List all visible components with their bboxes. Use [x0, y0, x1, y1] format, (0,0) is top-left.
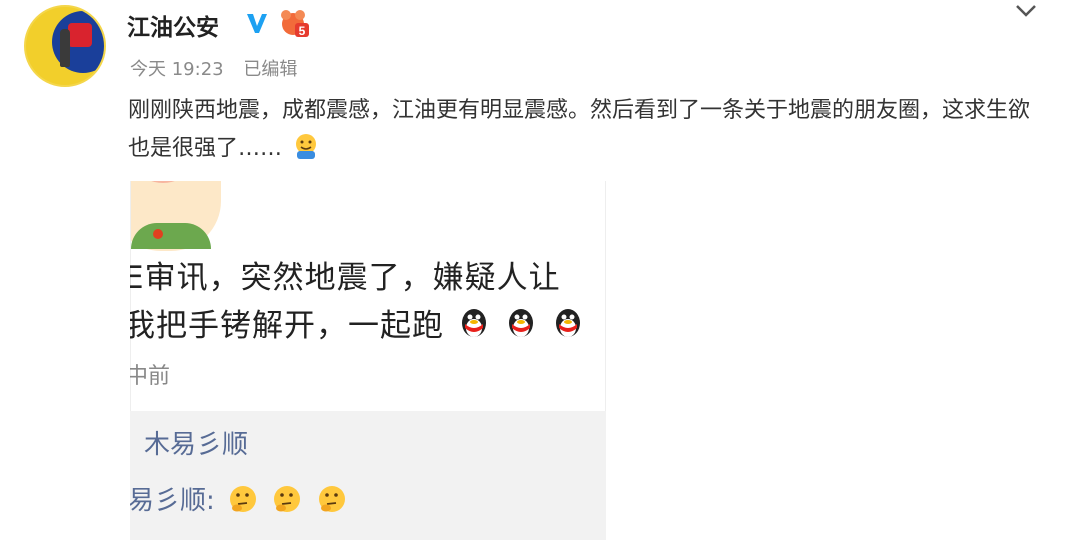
police-badge-icon — [68, 23, 92, 47]
thinking-emoji-icon — [274, 486, 301, 512]
screenshot-time: 中前 — [130, 364, 171, 389]
screenshot-line-1: E审讯，突然地震了，嫌疑人让 — [130, 260, 561, 296]
avatar[interactable] — [24, 5, 106, 87]
officer-figure-icon — [60, 29, 70, 67]
comment-line: 易彡顺: — [130, 480, 348, 517]
thinking-emoji-icon — [318, 486, 345, 512]
comment-author: 易彡顺: — [130, 486, 215, 516]
qq-penguin-emoji-icon — [508, 309, 533, 337]
comment-like-name: 木易彡顺 — [144, 430, 249, 460]
screenshot-line-2: 我把手铐解开，一起跑 — [130, 300, 585, 345]
screenshot-content: E审讯，突然地震了，嫌疑人让 我把手铐解开，一起跑 中前 木易彡顺 易彡顺: — [130, 0, 606, 540]
chevron-down-icon[interactable] — [1013, 0, 1039, 22]
thinking-emoji-icon — [230, 486, 257, 512]
qq-penguin-emoji-icon — [555, 309, 580, 337]
qq-penguin-emoji-icon — [461, 309, 486, 337]
screenshot-line-2-text: 我把手铐解开，一起跑 — [130, 308, 444, 344]
